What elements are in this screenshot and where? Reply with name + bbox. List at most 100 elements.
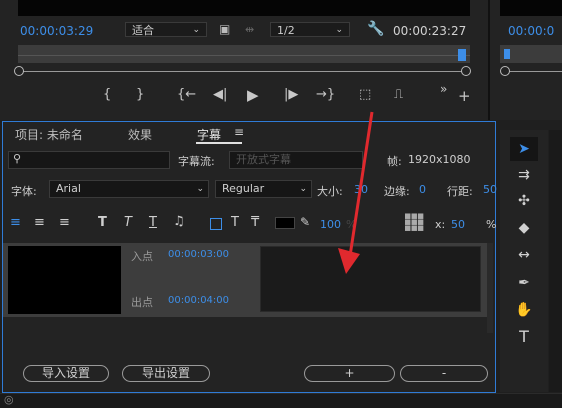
active-tab-underline — [196, 142, 242, 144]
insert-button[interactable]: ⬚ — [359, 87, 371, 102]
line-spacing-label: 行距: — [447, 185, 473, 198]
eyedropper-icon[interactable]: ✎ — [300, 215, 310, 229]
go-to-in-button[interactable]: {← — [177, 87, 196, 102]
caption-row[interactable]: 入点 00:00:03:00 出点 00:00:04:00 — [3, 243, 487, 317]
source-ruler[interactable] — [500, 45, 562, 63]
out-point-time[interactable]: 00:00:04:00 — [168, 295, 229, 306]
edge-color-icon[interactable]: ₸ — [251, 215, 259, 230]
in-point-label: 入点 — [131, 250, 153, 263]
tab-effects[interactable]: 效果 — [128, 126, 152, 143]
mark-out-button[interactable]: } — [136, 87, 144, 102]
caption-stream-label: 字幕流: — [178, 155, 215, 168]
resolution-label: 1/2 — [277, 24, 295, 37]
pen-tool-icon[interactable]: ✒ — [510, 271, 538, 295]
source-timecode[interactable]: 00:00:0 — [508, 24, 554, 38]
zoom-handle-right[interactable] — [461, 66, 471, 76]
vertical-scrollbar[interactable] — [487, 243, 493, 333]
align-center-icon[interactable]: ≡ — [34, 215, 45, 230]
chevron-down-icon: ⌄ — [192, 25, 200, 35]
source-zoom-handle[interactable] — [500, 66, 510, 76]
style-dropdown[interactable]: Regular ⌄ — [215, 180, 312, 198]
selection-tool-icon[interactable]: ➤ — [510, 137, 538, 161]
more-controls-icon[interactable]: » — [440, 82, 447, 96]
go-to-out-button[interactable]: →} — [316, 87, 335, 102]
track-select-tool-icon[interactable]: ⇉ — [510, 163, 538, 187]
search-input[interactable]: ⚲ — [8, 151, 170, 169]
background-color-icon[interactable] — [210, 218, 222, 230]
frame-value: 1920x1080 — [408, 153, 471, 166]
source-preview — [500, 0, 562, 16]
italic-icon[interactable]: T — [124, 215, 132, 230]
step-forward-button[interactable]: |▶ — [284, 87, 298, 102]
edge-value[interactable]: 0 — [419, 183, 426, 196]
music-note-icon[interactable]: ♫ — [173, 214, 185, 229]
export-settings-button[interactable]: 导出设置 — [122, 365, 210, 382]
annotation-arrow — [338, 111, 374, 274]
chevron-down-icon: ⌄ — [335, 25, 343, 35]
status-icon: ◎ — [4, 393, 14, 406]
caption-thumbnail — [8, 246, 121, 314]
edge-label: 边缘: — [384, 185, 410, 198]
source-playhead[interactable] — [504, 49, 510, 59]
overwrite-button[interactable]: ⎍ — [394, 87, 403, 102]
video-preview — [18, 0, 470, 16]
fit-dropdown[interactable]: 适合 ⌄ — [125, 22, 207, 37]
x-suffix: % — [486, 218, 497, 231]
program-monitor: 00:00:03:29 适合 ⌄ ▣ ⇹ 1/2 ⌄ 🔧 00:00:23:27… — [0, 0, 488, 120]
frame-label: 帧: — [387, 155, 402, 168]
tab-project[interactable]: 项目: 未命名 — [15, 126, 83, 143]
caption-stream-value: 开放式字幕 — [236, 153, 291, 166]
line-spacing-value[interactable]: 50 — [483, 183, 497, 196]
align-left-icon[interactable]: ≡ — [10, 215, 21, 230]
zoom-handle-left[interactable] — [14, 66, 24, 76]
font-value: Arial — [56, 182, 81, 195]
zoom-bar[interactable] — [18, 71, 466, 72]
slip-tool-icon[interactable]: ↔ — [510, 243, 538, 267]
razor-tool-icon[interactable]: ◆ — [510, 216, 538, 240]
right-edge-strip — [549, 130, 562, 392]
hand-tool-icon[interactable]: ✋ — [510, 298, 538, 322]
type-tool-icon[interactable]: T — [510, 325, 538, 349]
panel-menu-icon[interactable]: ≡ — [234, 125, 244, 139]
source-zoom-bar[interactable] — [504, 71, 562, 72]
play-button[interactable]: ▶ — [247, 86, 259, 104]
position-grid-icon[interactable]: ▪▪▪ ▪▪▪ ▪▪▪ — [404, 210, 424, 233]
tools-panel: ➤ ⇉ ✣ ◆ ↔ ✒ ✋ T — [500, 130, 548, 392]
fit-label: 适合 — [132, 24, 154, 37]
chevron-down-icon: ⌄ — [299, 184, 307, 194]
out-point-label: 出点 — [131, 296, 153, 309]
remove-caption-button[interactable]: - — [400, 365, 488, 382]
playhead-marker[interactable] — [458, 49, 466, 61]
captions-panel: 项目: 未命名 效果 字幕 ≡ ⚲ 字幕流: 开放式字幕 帧: 1920x108… — [2, 121, 497, 393]
mark-in-button[interactable]: { — [103, 87, 111, 102]
split-icon[interactable]: ⇹ — [245, 23, 254, 36]
source-monitor: 00:00:0 — [488, 0, 562, 120]
style-value: Regular — [222, 182, 265, 195]
in-point-time[interactable]: 00:00:03:00 — [168, 249, 229, 260]
color-swatch[interactable] — [275, 217, 295, 229]
font-label: 字体: — [11, 185, 37, 198]
import-settings-button[interactable]: 导入设置 — [23, 365, 109, 382]
timeline-ruler[interactable] — [18, 45, 470, 63]
duration-timecode: 00:00:23:27 — [393, 24, 467, 38]
resolution-dropdown[interactable]: 1/2 ⌄ — [270, 22, 350, 37]
bold-icon[interactable]: T — [98, 215, 107, 230]
ruler-ticks — [18, 55, 470, 56]
chevron-down-icon: ⌄ — [196, 184, 204, 194]
add-button-icon[interactable]: + — [458, 87, 471, 105]
font-dropdown[interactable]: Arial ⌄ — [49, 180, 209, 198]
underline-icon[interactable]: T — [149, 215, 157, 230]
add-caption-button[interactable]: + — [304, 365, 395, 382]
x-value[interactable]: 50 — [451, 218, 465, 231]
status-bar: ◎ — [0, 393, 562, 408]
step-back-button[interactable]: ◀| — [213, 87, 227, 102]
arrow-head — [338, 248, 360, 274]
wrench-icon[interactable]: 🔧 — [367, 21, 384, 37]
current-timecode[interactable]: 00:00:03:29 — [20, 24, 93, 38]
tab-captions[interactable]: 字幕 — [197, 126, 221, 143]
x-label: x: — [435, 218, 446, 231]
align-right-icon[interactable]: ≡ — [59, 215, 70, 230]
settings-box-icon[interactable]: ▣ — [219, 22, 230, 36]
text-color-icon[interactable]: T — [231, 215, 239, 230]
ripple-edit-tool-icon[interactable]: ✣ — [510, 189, 538, 213]
